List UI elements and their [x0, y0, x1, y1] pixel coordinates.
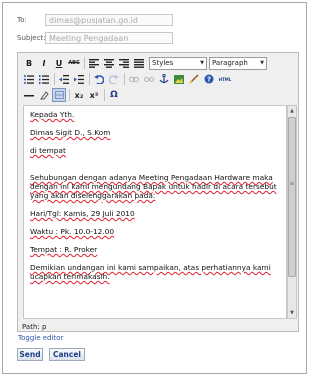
greeting-text: Kepada Yth. — [30, 110, 75, 119]
scroll-thumb[interactable] — [288, 117, 296, 277]
toolbar-row-2: ? HTML — [18, 71, 234, 87]
unlink-icon[interactable] — [142, 72, 156, 86]
toolbar-row-1: B I U ABC Styles ▼ Paragraph ▼ — [18, 55, 269, 71]
recipient-name-line: Dimas Sigit D., S.Kom — [30, 128, 280, 137]
cleanup-icon[interactable] — [187, 72, 201, 86]
number-list-icon[interactable] — [37, 72, 51, 86]
editor-scrollbar[interactable]: ▲ ≡ ▼ — [287, 105, 297, 319]
toolbar-separator — [84, 57, 85, 69]
superscript-button[interactable]: x² — [87, 88, 101, 102]
subscript-button[interactable]: x₂ — [72, 88, 86, 102]
styles-select[interactable]: Styles ▼ — [149, 56, 207, 70]
date-line: Hari/Tgl: Kamis, 29 Juli 2010 — [30, 209, 280, 218]
editor-content[interactable]: Kepada Yth. Dimas Sigit D., S.Kom di tem… — [23, 105, 287, 319]
closing-paragraph: Demikian undangan ini kami sampaikan, at… — [30, 263, 280, 281]
outdent-icon[interactable] — [57, 72, 71, 86]
strikethrough-button[interactable]: ABC — [67, 56, 81, 70]
toggle-editor-link[interactable]: Toggle editor — [18, 334, 63, 342]
body-text: Sehubungan dengan adanya Meeting Pengada… — [30, 173, 277, 200]
to-field[interactable]: dimas@pusjatan.go.id — [45, 13, 173, 26]
html-icon[interactable]: HTML — [217, 72, 233, 86]
chevron-down-icon: ▼ — [200, 60, 204, 66]
toolbar-separator — [104, 89, 105, 101]
venue-line: Tempat : R. Proker — [30, 245, 280, 254]
to-row: To: dimas@pusjatan.go.id — [17, 13, 173, 26]
place-text: di tempat — [30, 146, 66, 155]
element-path: Path: p — [22, 322, 47, 331]
time-text: Waktu : Pk. 10.0-12.00 — [30, 227, 115, 236]
image-icon[interactable] — [172, 72, 186, 86]
align-justify-icon[interactable] — [132, 56, 146, 70]
subject-label: Subject: — [17, 33, 46, 42]
italic-button[interactable]: I — [37, 56, 51, 70]
svg-text:?: ? — [207, 76, 211, 84]
bold-button[interactable]: B — [22, 56, 36, 70]
time-line: Waktu : Pk. 10.0-12.00 — [30, 227, 280, 236]
closing-text: Demikian undangan ini kami sampaikan, at… — [30, 263, 271, 281]
help-icon[interactable]: ? — [202, 72, 216, 86]
scroll-down-icon[interactable]: ▼ — [288, 308, 296, 318]
subject-row: Subject: Meeting Pengadaan — [17, 31, 173, 44]
link-icon[interactable] — [127, 72, 141, 86]
anchor-icon[interactable] — [157, 72, 171, 86]
remove-format-icon[interactable] — [37, 88, 51, 102]
underline-button[interactable]: U — [52, 56, 66, 70]
indent-icon[interactable] — [72, 72, 86, 86]
place-line: di tempat — [30, 146, 280, 155]
format-select-value: Paragraph — [212, 59, 248, 67]
date-text: Hari/Tgl: Kamis, 29 Juli 2010 — [30, 209, 135, 218]
body-paragraph: Sehubungan dengan adanya Meeting Pengada… — [30, 173, 280, 200]
greeting-line: Kepada Yth. — [30, 110, 280, 119]
format-select[interactable]: Paragraph ▼ — [209, 56, 267, 70]
toolbar-separator — [54, 73, 55, 85]
send-button[interactable]: Send — [17, 348, 43, 361]
bullet-list-icon[interactable] — [22, 72, 36, 86]
align-left-icon[interactable] — [87, 56, 101, 70]
subject-field[interactable]: Meeting Pengadaan — [45, 31, 173, 44]
align-center-icon[interactable] — [102, 56, 116, 70]
to-label: To: — [17, 15, 27, 24]
compose-panel: To: dimas@pusjatan.go.id Subject: Meetin… — [2, 2, 307, 374]
undo-icon[interactable] — [92, 72, 106, 86]
toolbar-separator — [69, 89, 70, 101]
toolbar-row-3: x₂ x² Ω — [18, 87, 122, 103]
chevron-down-icon: ▼ — [260, 60, 264, 66]
recipient-name: Dimas Sigit D., S.Kom — [30, 128, 111, 137]
rich-text-editor: B I U ABC Styles ▼ Paragraph ▼ ? HTML x₂… — [17, 52, 299, 332]
venue-text: Tempat : R. Proker — [30, 245, 98, 254]
scroll-up-icon[interactable]: ▲ — [288, 106, 296, 116]
align-right-icon[interactable] — [117, 56, 131, 70]
redo-icon[interactable] — [107, 72, 121, 86]
scroll-grip-icon: ≡ — [289, 180, 295, 187]
styles-select-value: Styles — [152, 59, 174, 67]
visual-aid-icon[interactable] — [52, 88, 66, 102]
horizontal-rule-icon[interactable] — [22, 88, 36, 102]
special-char-button[interactable]: Ω — [107, 88, 121, 102]
cancel-button[interactable]: Cancel — [49, 348, 85, 361]
toolbar-separator — [124, 73, 125, 85]
toolbar-separator — [89, 73, 90, 85]
